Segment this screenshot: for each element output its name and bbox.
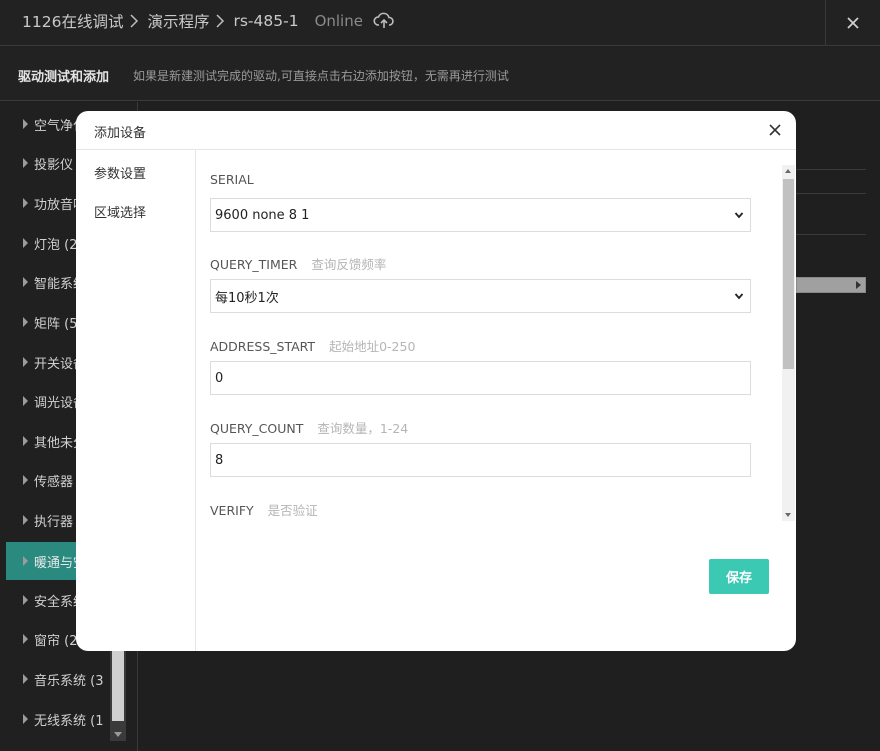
caret-right-icon (23, 277, 28, 287)
add-device-dialog: 添加设备 参数设置 区域选择 SERIAL 9600 none 8 1 QUER… (76, 111, 796, 651)
query-timer-select[interactable]: 每10秒1次 (210, 279, 751, 313)
sidebar-item-music[interactable]: 音乐系统 (3 (6, 661, 126, 697)
breadcrumb-item-project[interactable]: 1126在线调试 (22, 10, 123, 32)
caret-right-icon (23, 475, 28, 485)
dialog-header: 添加设备 (76, 111, 796, 150)
chevron-right-icon (216, 14, 225, 28)
caret-right-icon (23, 119, 28, 129)
close-icon[interactable] (768, 123, 782, 137)
serial-select[interactable]: 9600 none 8 1 (210, 198, 751, 232)
section-hint: 如果是新建测试完成的驱动,可直接点击右边添加按钮，无需再进行测试 (133, 69, 509, 83)
query-timer-label: QUERY_TIMER 查询反馈频率 (210, 257, 387, 272)
chevron-down-icon (734, 212, 744, 219)
section-title: 驱动测试和添加 (18, 70, 110, 85)
caret-right-icon (23, 556, 28, 566)
caret-right-icon (23, 317, 28, 327)
scroll-up-arrow-icon[interactable] (785, 169, 791, 173)
nav-item-region[interactable]: 区域选择 (94, 202, 146, 221)
address-start-label: ADDRESS_START 起始地址0-250 (210, 339, 416, 354)
close-icon (847, 17, 859, 29)
verify-label: VERIFY 是否验证 (210, 503, 318, 518)
query-timer-hint: 查询反馈频率 (311, 257, 387, 272)
section-header: 驱动测试和添加 如果是新建测试完成的驱动,可直接点击右边添加按钮，无需再进行测试 (0, 47, 880, 101)
serial-label: SERIAL (210, 172, 254, 187)
connection-status: Online (314, 12, 363, 30)
address-start-input[interactable]: 0 (210, 361, 751, 395)
save-button[interactable]: 保存 (709, 559, 769, 594)
window-close-button[interactable] (825, 0, 880, 46)
caret-right-icon (23, 357, 28, 367)
cloud-sync-icon[interactable] (373, 12, 395, 30)
query-count-hint: 查询数量，1-24 (317, 421, 409, 436)
caret-right-icon (23, 396, 28, 406)
query-count-label: QUERY_COUNT 查询数量，1-24 (210, 421, 409, 436)
verify-hint: 是否验证 (267, 503, 318, 518)
breadcrumb-item-program[interactable]: 演示程序 (147, 10, 209, 32)
top-bar: 1126在线调试 演示程序 rs-485-1 Online (0, 0, 880, 46)
caret-right-icon (23, 198, 28, 208)
nav-item-params[interactable]: 参数设置 (94, 163, 146, 182)
caret-right-icon (23, 238, 28, 248)
scroll-right-arrow-icon[interactable] (856, 281, 861, 289)
horizontal-scrollbar[interactable] (796, 277, 866, 293)
divider (796, 169, 866, 170)
caret-right-icon (23, 674, 28, 684)
caret-right-icon (23, 158, 28, 168)
caret-right-icon (23, 515, 28, 525)
sidebar-item-wireless[interactable]: 无线系统 (1 (6, 701, 126, 737)
caret-right-icon (23, 714, 28, 724)
dialog-title: 添加设备 (94, 126, 147, 141)
chevron-down-icon (734, 293, 744, 300)
caret-right-icon (23, 595, 28, 605)
dialog-nav: 参数设置 区域选择 (76, 150, 196, 651)
query-count-input[interactable]: 8 (210, 443, 751, 477)
breadcrumb-item-port[interactable]: rs-485-1 (233, 12, 298, 30)
caret-right-icon (23, 436, 28, 446)
address-start-hint: 起始地址0-250 (329, 339, 416, 354)
scrollbar-thumb[interactable] (783, 179, 794, 369)
divider (796, 234, 866, 235)
breadcrumb: 1126在线调试 演示程序 rs-485-1 Online (22, 10, 395, 32)
scroll-down-arrow-icon[interactable] (785, 513, 791, 517)
form-scrollbar[interactable] (782, 165, 795, 521)
chevron-right-icon (130, 14, 139, 28)
divider (796, 193, 866, 194)
caret-right-icon (23, 634, 28, 644)
params-form: SERIAL 9600 none 8 1 QUERY_TIMER 查询反馈频率 每… (196, 150, 796, 651)
scroll-down-arrow-icon[interactable] (114, 732, 122, 737)
